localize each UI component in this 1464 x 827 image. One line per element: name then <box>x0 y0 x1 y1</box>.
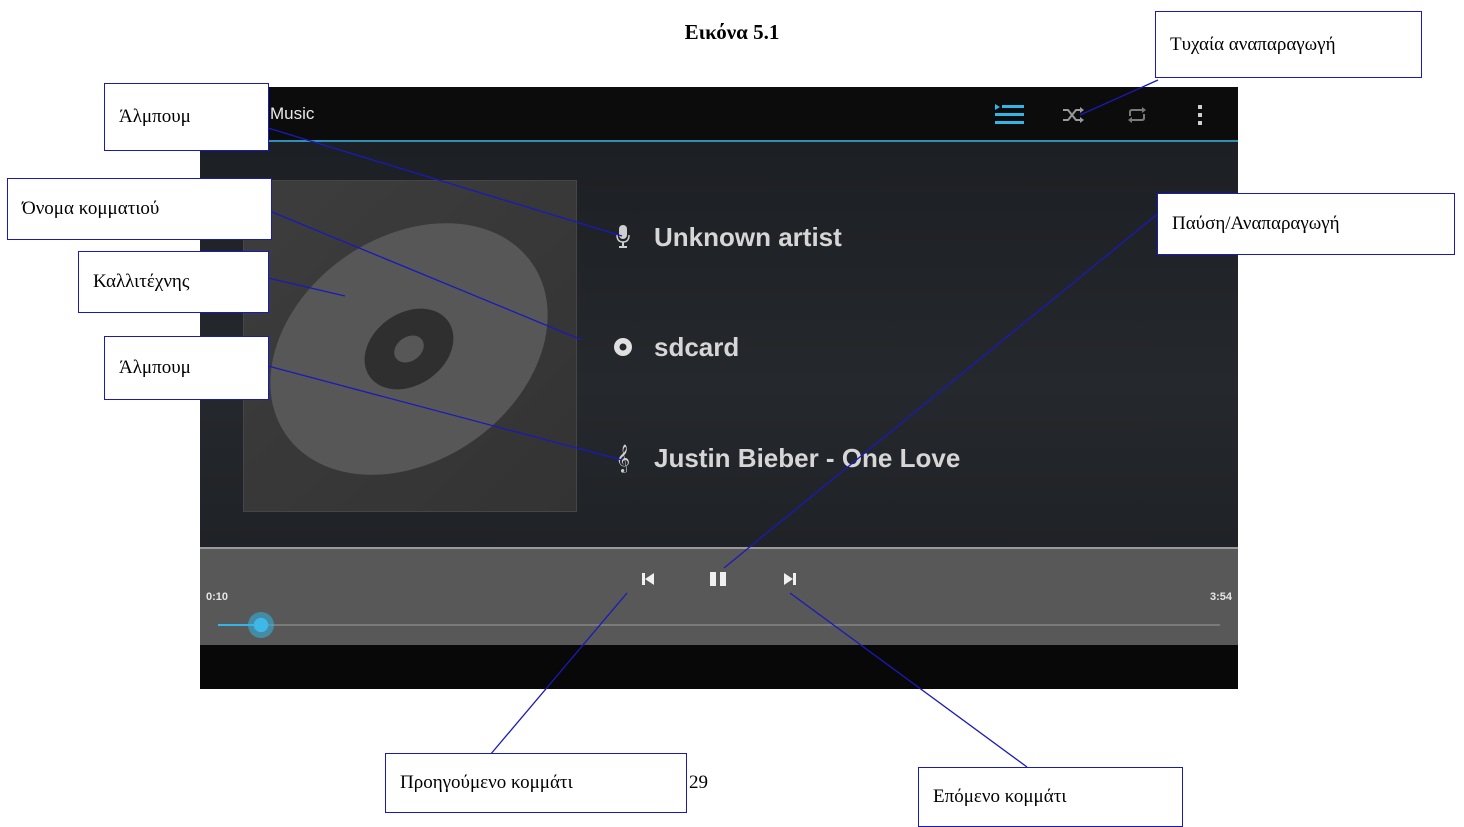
next-icon <box>784 573 796 585</box>
callout-previous: Προηγούμενο κομμάτι <box>385 753 687 813</box>
shuffle-icon[interactable] <box>1061 103 1087 127</box>
total-time: 3:54 <box>1209 591 1232 603</box>
overflow-menu-icon[interactable] <box>1195 103 1205 127</box>
callout-album-top: Άλμπουμ <box>104 83 269 151</box>
track-panel: Unknown artist sdcard 𝄞 Justin Bieber - … <box>200 142 1238 547</box>
callout-shuffle: Τυχαία αναπαραγωγή <box>1155 11 1422 78</box>
album-name: sdcard <box>654 331 740 362</box>
seek-bar[interactable] <box>218 612 1220 638</box>
callout-next: Επόμενο κομμάτι <box>918 767 1183 827</box>
elapsed-time: 0:10 <box>206 591 229 603</box>
playlist-icon[interactable] <box>995 103 1024 127</box>
disc-icon <box>610 331 636 363</box>
playback-controls: 0:10 3:54 <box>200 547 1238 645</box>
pause-icon <box>710 572 726 586</box>
album-art-image <box>243 180 577 512</box>
treble-clef-icon: 𝄞 <box>615 444 631 472</box>
microphone-icon <box>610 221 636 253</box>
callout-song-name: Όνομα κομματιού <box>7 178 272 240</box>
seek-bar-thumb[interactable] <box>248 612 275 638</box>
artist-row: Unknown artist <box>610 217 842 257</box>
previous-track-button[interactable] <box>636 567 660 591</box>
pause-play-button[interactable] <box>706 567 730 591</box>
page-number: 29 <box>689 772 708 793</box>
next-track-button[interactable] <box>778 567 802 591</box>
album-row: sdcard <box>610 327 739 367</box>
song-title: Justin Bieber - One Love <box>654 442 961 473</box>
app-title: Music <box>270 104 315 123</box>
artist-name: Unknown artist <box>654 221 842 252</box>
action-bar: Music <box>200 87 1238 142</box>
callout-album-bottom: Άλμπουμ <box>104 336 269 400</box>
bottom-strip <box>200 645 1238 689</box>
repeat-icon[interactable] <box>1125 103 1151 127</box>
callout-artist: Καλλιτέχνης <box>78 251 269 313</box>
previous-icon <box>642 573 654 585</box>
music-player-screenshot: Music Unknown artist sdcard 𝄞 Justin Bie… <box>200 87 1238 689</box>
song-row: 𝄞 Justin Bieber - One Love <box>610 438 960 478</box>
callout-pause-play: Παύση/Αναπαραγωγή <box>1157 193 1455 255</box>
